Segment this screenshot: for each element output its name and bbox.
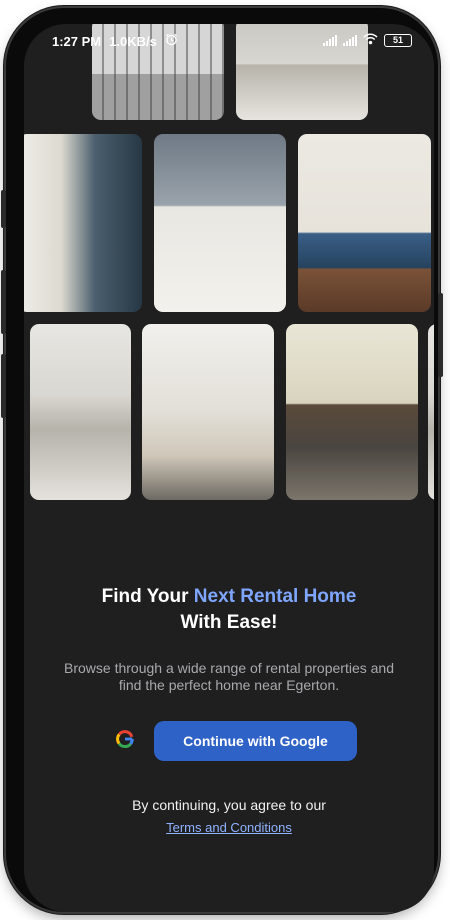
photo-desk-and-shelves — [142, 324, 274, 500]
terms-and-conditions-link[interactable]: Terms and Conditions — [24, 820, 434, 835]
photo-compact-kitchen-oven — [30, 324, 131, 500]
signal-icon-sim2 — [343, 35, 357, 46]
network-speed: 1.0KB/s — [109, 33, 157, 49]
page-title: Find Your Next Rental Home With Ease! — [24, 584, 434, 636]
continue-with-google-button[interactable]: Continue with Google — [96, 721, 357, 761]
photo-studio-blue-bed — [298, 134, 431, 312]
title-part1: Find Your — [101, 586, 194, 607]
google-button-label: Continue with Google — [154, 721, 357, 761]
agreement-text: By continuing, you agree to our — [132, 797, 326, 813]
title-part2: With Ease! — [180, 612, 278, 633]
alarm-icon — [165, 33, 178, 49]
photo-bedroom-striped-bedding — [24, 134, 142, 312]
signal-icon-sim1 — [323, 35, 337, 46]
photo-partial-edge — [428, 324, 434, 500]
battery-icon: 51 — [384, 34, 412, 47]
phone-frame: 1:27 PM 1.0KB/s 51 Find Your Next Rental… — [1, 8, 443, 912]
photo-living-room-sofa — [286, 324, 418, 500]
status-time: 1:27 PM — [52, 33, 102, 49]
google-g-icon — [115, 729, 135, 754]
status-bar: 1:27 PM 1.0KB/s 51 — [24, 24, 434, 60]
page-subtitle: Browse through a wide range of rental pr… — [64, 660, 394, 693]
wifi-icon — [363, 33, 378, 48]
volume-down-button — [1, 270, 6, 334]
title-highlight: Next Rental Home — [193, 586, 357, 607]
google-icon-container — [96, 721, 154, 761]
photo-kitchen-open-shelves — [154, 134, 286, 312]
terms-link-label: Terms and Conditions — [166, 820, 292, 835]
volume-up-button — [1, 190, 6, 228]
side-key — [438, 293, 443, 377]
power-button — [1, 354, 6, 418]
app-screen: 1:27 PM 1.0KB/s 51 Find Your Next Rental… — [24, 24, 434, 912]
